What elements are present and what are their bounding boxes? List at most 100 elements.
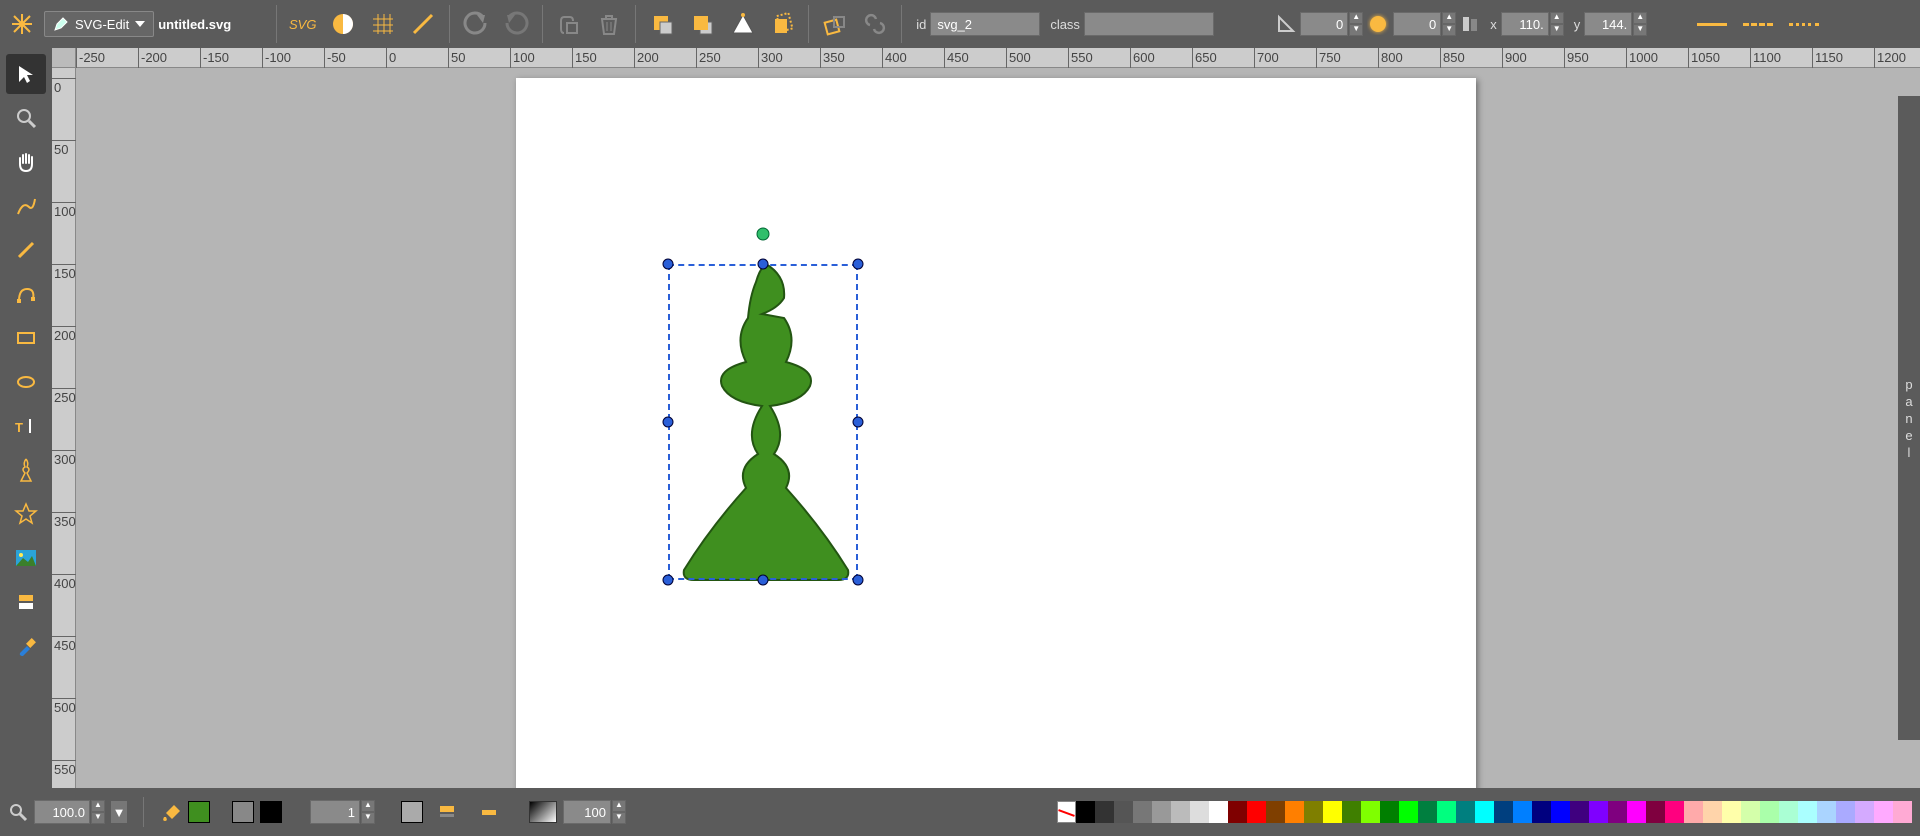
- x-input[interactable]: [1501, 12, 1549, 36]
- logo-icon[interactable]: [4, 6, 40, 42]
- placemark-tool[interactable]: [6, 582, 46, 622]
- palette-color[interactable]: [1380, 801, 1399, 823]
- zoom-up[interactable]: ▲: [91, 800, 105, 812]
- palette-color[interactable]: [1817, 801, 1836, 823]
- palette-color[interactable]: [1228, 801, 1247, 823]
- redo-button[interactable]: [498, 6, 534, 42]
- palette-color[interactable]: [1893, 801, 1912, 823]
- dash-style-dotted[interactable]: [1789, 23, 1819, 26]
- palette-color[interactable]: [1418, 801, 1437, 823]
- palette-color[interactable]: [1209, 801, 1228, 823]
- y-down[interactable]: ▼: [1633, 24, 1647, 36]
- rotate-handle[interactable]: [757, 228, 770, 241]
- palette-color[interactable]: [1608, 801, 1627, 823]
- undo-button[interactable]: [458, 6, 494, 42]
- palette-color[interactable]: [1551, 801, 1570, 823]
- palette-color[interactable]: [1855, 801, 1874, 823]
- delete-button[interactable]: [591, 6, 627, 42]
- convert-path-button[interactable]: [724, 6, 760, 42]
- dash-style-dashed[interactable]: [1743, 23, 1773, 26]
- shape-tool[interactable]: [6, 450, 46, 490]
- palette-color[interactable]: [1665, 801, 1684, 823]
- palette-color[interactable]: [1741, 801, 1760, 823]
- palette-color[interactable]: [1247, 801, 1266, 823]
- fill-swatch[interactable]: [188, 801, 210, 823]
- text-tool[interactable]: T: [6, 406, 46, 446]
- resize-sw[interactable]: [663, 575, 674, 586]
- linecap2[interactable]: [471, 794, 507, 830]
- sw-down[interactable]: ▼: [361, 812, 375, 824]
- blur-input[interactable]: [1393, 12, 1441, 36]
- op-down[interactable]: ▼: [612, 812, 626, 824]
- resize-se[interactable]: [853, 575, 864, 586]
- class-input[interactable]: [1084, 12, 1214, 36]
- palette-color[interactable]: [1456, 801, 1475, 823]
- linecap1[interactable]: [429, 794, 465, 830]
- sw-up[interactable]: ▲: [361, 800, 375, 812]
- select-tool[interactable]: [6, 54, 46, 94]
- path-tool[interactable]: [6, 274, 46, 314]
- move-bottom-button[interactable]: [684, 6, 720, 42]
- angle-input[interactable]: [1300, 12, 1348, 36]
- stroke-swatch[interactable]: [260, 801, 282, 823]
- reorient-button[interactable]: [764, 6, 800, 42]
- line-tool[interactable]: [6, 230, 46, 270]
- palette-color[interactable]: [1836, 801, 1855, 823]
- palette-color[interactable]: [1361, 801, 1380, 823]
- palette-color[interactable]: [1475, 801, 1494, 823]
- blur-down[interactable]: ▼: [1442, 24, 1456, 36]
- palette-color[interactable]: [1494, 801, 1513, 823]
- make-link-button[interactable]: [857, 6, 893, 42]
- palette-color[interactable]: [1570, 801, 1589, 823]
- zoom-menu[interactable]: ▼: [111, 801, 127, 823]
- palette-color[interactable]: [1589, 801, 1608, 823]
- resize-s[interactable]: [758, 575, 769, 586]
- palette-color[interactable]: [1323, 801, 1342, 823]
- canvas[interactable]: [76, 68, 1920, 788]
- eyedropper-tool[interactable]: [6, 626, 46, 666]
- rect-tool[interactable]: [6, 318, 46, 358]
- pan-tool[interactable]: [6, 142, 46, 182]
- edit-source-button[interactable]: SVG: [285, 6, 321, 42]
- opacity-swatch[interactable]: [529, 801, 557, 823]
- x-up[interactable]: ▲: [1550, 12, 1564, 24]
- main-menu[interactable]: SVG-Edit: [44, 11, 154, 37]
- image-tool[interactable]: [6, 538, 46, 578]
- palette-color[interactable]: [1133, 801, 1152, 823]
- palette-color[interactable]: [1152, 801, 1171, 823]
- show-grid-button[interactable]: [365, 6, 401, 42]
- palette-color[interactable]: [1779, 801, 1798, 823]
- resize-e[interactable]: [853, 417, 864, 428]
- palette-color[interactable]: [1627, 801, 1646, 823]
- x-down[interactable]: ▼: [1550, 24, 1564, 36]
- wireframe-button[interactable]: [325, 6, 361, 42]
- palette-color[interactable]: [1532, 801, 1551, 823]
- blur-up[interactable]: ▲: [1442, 12, 1456, 24]
- palette-color[interactable]: [1437, 801, 1456, 823]
- stroke-width-input[interactable]: [310, 800, 360, 824]
- id-input[interactable]: [930, 12, 1040, 36]
- palette-nofill[interactable]: [1057, 801, 1076, 823]
- palette-color[interactable]: [1874, 801, 1893, 823]
- clone-button[interactable]: [551, 6, 587, 42]
- resize-ne[interactable]: [853, 259, 864, 270]
- linejoin-button[interactable]: [401, 801, 423, 823]
- palette-color[interactable]: [1722, 801, 1741, 823]
- stroke-swatch-outer[interactable]: [232, 801, 254, 823]
- y-input[interactable]: [1584, 12, 1632, 36]
- zoom-input[interactable]: [34, 800, 90, 824]
- palette-color[interactable]: [1114, 801, 1133, 823]
- zoom-down[interactable]: ▼: [91, 812, 105, 824]
- group-button[interactable]: [817, 6, 853, 42]
- palette-color[interactable]: [1095, 801, 1114, 823]
- palette-color[interactable]: [1684, 801, 1703, 823]
- palette-color[interactable]: [1513, 801, 1532, 823]
- opacity-input[interactable]: [563, 800, 611, 824]
- snap-button[interactable]: [405, 6, 441, 42]
- palette-color[interactable]: [1266, 801, 1285, 823]
- palette-color[interactable]: [1399, 801, 1418, 823]
- dash-style-solid[interactable]: [1697, 23, 1727, 26]
- resize-w[interactable]: [663, 417, 674, 428]
- palette-color[interactable]: [1171, 801, 1190, 823]
- op-up[interactable]: ▲: [612, 800, 626, 812]
